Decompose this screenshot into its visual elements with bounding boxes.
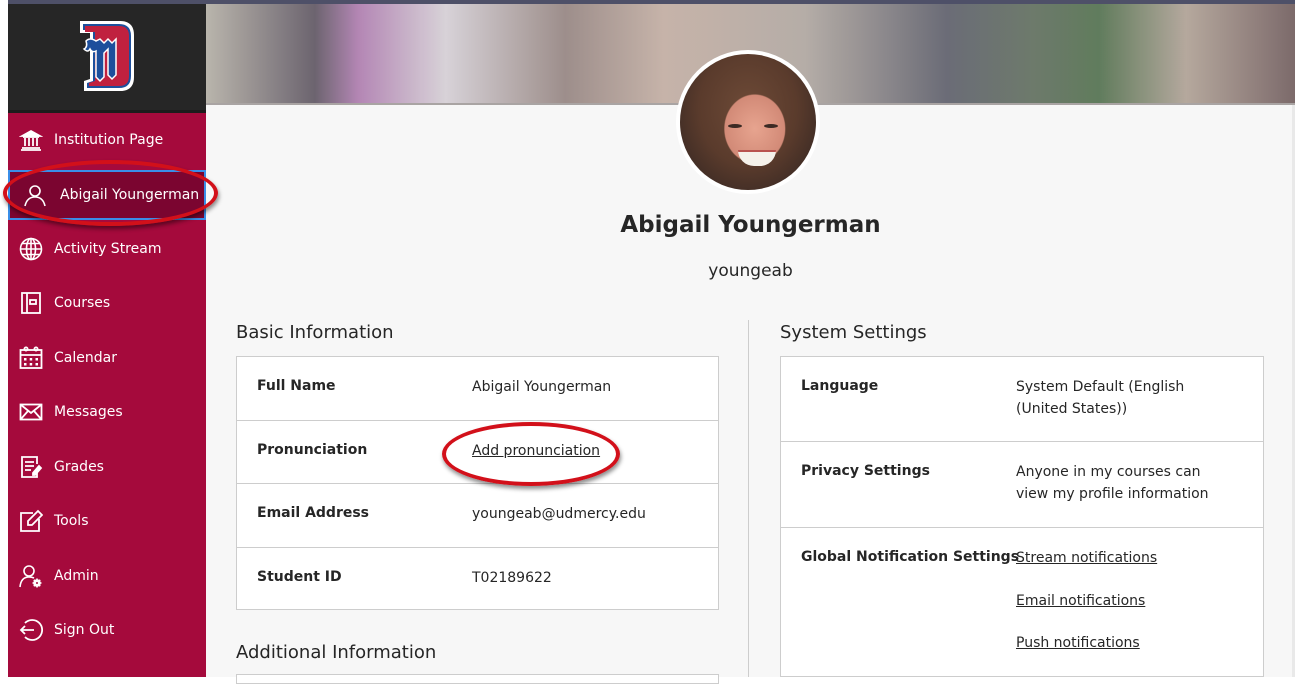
info-row-full-name: Full Name Abigail Youngerman xyxy=(237,357,718,421)
sidebar-item-activity-stream[interactable]: Activity Stream xyxy=(8,222,206,277)
sidebar-item-label: Abigail Youngerman xyxy=(60,186,200,203)
user-icon xyxy=(22,182,48,208)
sidebar-item-label: Admin xyxy=(54,567,99,584)
basic-info-card: Full Name Abigail Youngerman Pronunciati… xyxy=(236,356,719,610)
sidebar-item-calendar[interactable]: Calendar xyxy=(8,331,206,386)
profile-username: youngeab xyxy=(708,261,793,281)
logo-area xyxy=(8,4,206,113)
system-settings-heading: System Settings xyxy=(780,322,927,343)
profile-avatar[interactable] xyxy=(676,50,820,194)
sign-out-icon xyxy=(18,617,44,643)
additional-info-heading: Additional Information xyxy=(236,642,437,663)
info-row-pronunciation: Pronunciation Add pronunciation xyxy=(237,421,718,484)
tools-icon xyxy=(18,508,44,534)
setting-row-privacy: Privacy Settings Anyone in my courses ca… xyxy=(781,442,1263,528)
row-value: youngeab@udmercy.edu xyxy=(472,506,646,522)
row-label: Privacy Settings xyxy=(801,463,930,479)
envelope-icon xyxy=(18,399,44,425)
sidebar-item-label: Sign Out xyxy=(54,622,115,639)
row-value: Anyone in my courses can view my profile… xyxy=(1016,461,1209,505)
institution-icon xyxy=(18,127,44,153)
basic-info-heading: Basic Information xyxy=(236,322,394,343)
sidebar-item-label: Messages xyxy=(54,404,123,421)
avatar-photo xyxy=(680,54,816,190)
sidebar-item-label: Courses xyxy=(54,295,111,312)
sidebar-item-profile[interactable]: Abigail Youngerman xyxy=(8,169,206,220)
sidebar-item-institution-page[interactable]: Institution Page xyxy=(8,113,206,168)
sidebar-item-label: Tools xyxy=(54,513,89,530)
admin-icon xyxy=(18,563,44,589)
row-value: Abigail Youngerman xyxy=(472,379,612,395)
avatar-detail xyxy=(764,124,778,128)
avatar-detail xyxy=(738,150,776,166)
row-label: Global Notification Settings xyxy=(801,549,1020,565)
profile-page: Abigail Youngerman youngeab Basic Inform… xyxy=(206,4,1295,684)
row-label: Email Address xyxy=(257,505,370,521)
row-label: Language xyxy=(801,378,879,394)
column-divider xyxy=(748,320,749,677)
additional-info-card xyxy=(236,674,719,684)
grades-icon xyxy=(18,454,44,480)
university-logo[interactable] xyxy=(76,19,136,93)
sidebar-item-tools[interactable]: Tools xyxy=(8,494,206,549)
row-value: System Default (English (United States)) xyxy=(1016,376,1184,420)
sidebar-item-messages[interactable]: Messages xyxy=(8,385,206,440)
add-pronunciation-link[interactable]: Add pronunciation xyxy=(472,440,600,462)
value-line: System Default (English xyxy=(1016,379,1185,395)
setting-row-notifications: Global Notification Settings Stream noti… xyxy=(781,528,1263,678)
info-row-student-id: Student ID T02189622 xyxy=(237,548,718,612)
globe-icon xyxy=(18,236,44,262)
value-line: view my profile information xyxy=(1016,486,1209,502)
value-line: Anyone in my courses can xyxy=(1016,464,1201,480)
sidebar-item-label: Grades xyxy=(54,458,104,475)
courses-icon xyxy=(18,290,44,316)
sidebar-item-grades[interactable]: Grades xyxy=(8,440,206,495)
sidebar-item-label: Institution Page xyxy=(54,132,164,149)
sidebar: Institution Page Abigail Youngerman Acti… xyxy=(8,4,206,677)
row-label: Full Name xyxy=(257,378,336,394)
nav-list: Institution Page Abigail Youngerman Acti… xyxy=(8,113,206,658)
window-edge xyxy=(0,0,8,677)
row-value: T02189622 xyxy=(472,569,552,586)
value-line: (United States)) xyxy=(1016,401,1128,417)
calendar-icon xyxy=(18,345,44,371)
sidebar-item-label: Activity Stream xyxy=(54,240,162,257)
system-settings-card: Language System Default (English (United… xyxy=(780,356,1264,677)
sidebar-item-sign-out[interactable]: Sign Out xyxy=(8,603,206,658)
setting-row-language: Language System Default (English (United… xyxy=(781,357,1263,442)
sidebar-item-courses[interactable]: Courses xyxy=(8,276,206,331)
push-notifications-link[interactable]: Push notifications xyxy=(1016,632,1140,654)
sidebar-item-label: Calendar xyxy=(54,349,117,366)
email-notifications-link[interactable]: Email notifications xyxy=(1016,590,1145,612)
profile-name: Abigail Youngerman xyxy=(620,212,881,238)
sidebar-item-admin[interactable]: Admin xyxy=(8,549,206,604)
info-row-email: Email Address youngeab@udmercy.edu xyxy=(237,484,718,548)
stream-notifications-link[interactable]: Stream notifications xyxy=(1016,547,1157,569)
row-label: Pronunciation xyxy=(257,441,368,458)
avatar-detail xyxy=(728,124,742,128)
row-label: Student ID xyxy=(257,568,342,585)
